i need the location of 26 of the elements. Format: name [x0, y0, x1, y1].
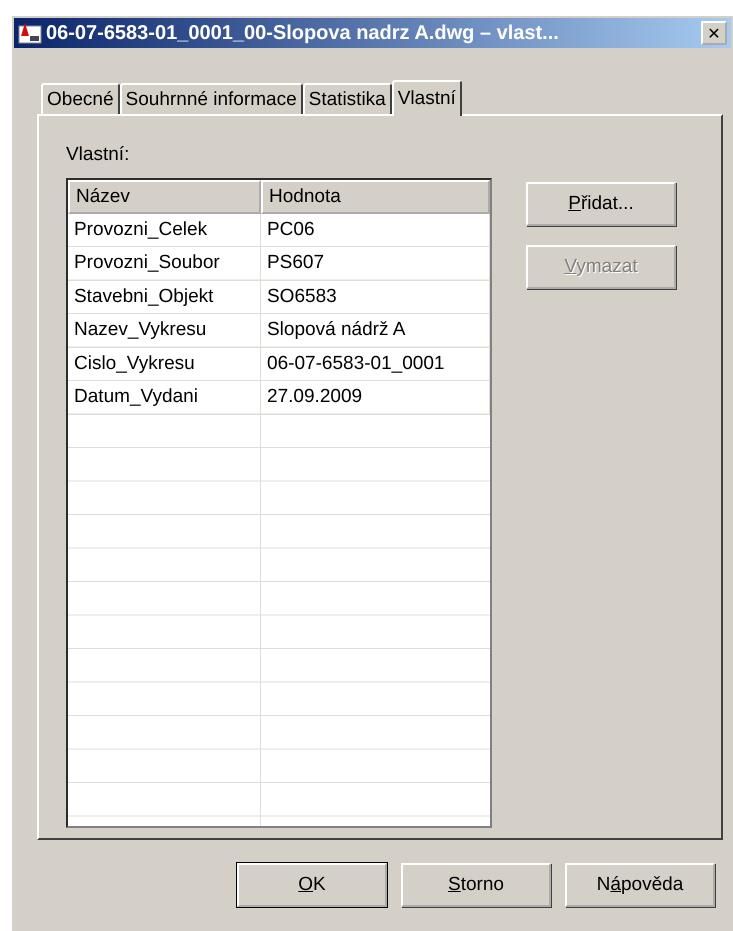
table-cell: Provozni_Celek	[68, 214, 261, 247]
dialog-button[interactable]: OK	[237, 863, 387, 907]
table-cell: PC06	[261, 214, 490, 247]
app-icon	[18, 22, 42, 44]
column-header[interactable]: Hodnota	[261, 180, 490, 214]
tab[interactable]: Statistika	[302, 83, 392, 114]
table-cell: Cislo_Vykresu	[68, 348, 261, 381]
table-cell: Provozni_Soubor	[68, 247, 261, 280]
table-cell: 06-07-6583-01_0001	[261, 348, 490, 381]
tab[interactable]: Vlastní	[392, 80, 462, 116]
window-title: 06-07-6583-01_0001_00-Slopova nadrz A.dwg – vlast...	[46, 22, 560, 44]
table-cell: 27.09.2009	[261, 381, 490, 414]
section-label: Vlastní:	[66, 144, 130, 166]
dialog-button[interactable]: Nápověda	[565, 863, 715, 907]
close-button[interactable]: ✕	[701, 21, 727, 45]
column-header[interactable]: Název	[68, 180, 261, 214]
dialog-button[interactable]: Storno	[401, 863, 551, 907]
table-cell: PS607	[261, 247, 490, 280]
table-cell: Stavebni_Objekt	[68, 280, 261, 314]
tab[interactable]: Obecné	[41, 83, 120, 114]
table-cell: Slopová nádrž A	[261, 314, 490, 348]
table-cell: SO6583	[261, 280, 490, 314]
table-cell: Nazev_Vykresu	[68, 314, 261, 348]
table-cell: Datum_Vydani	[68, 381, 261, 414]
tab[interactable]: Souhrnné informace	[120, 83, 303, 114]
action-button[interactable]: Přidat...	[526, 182, 676, 226]
